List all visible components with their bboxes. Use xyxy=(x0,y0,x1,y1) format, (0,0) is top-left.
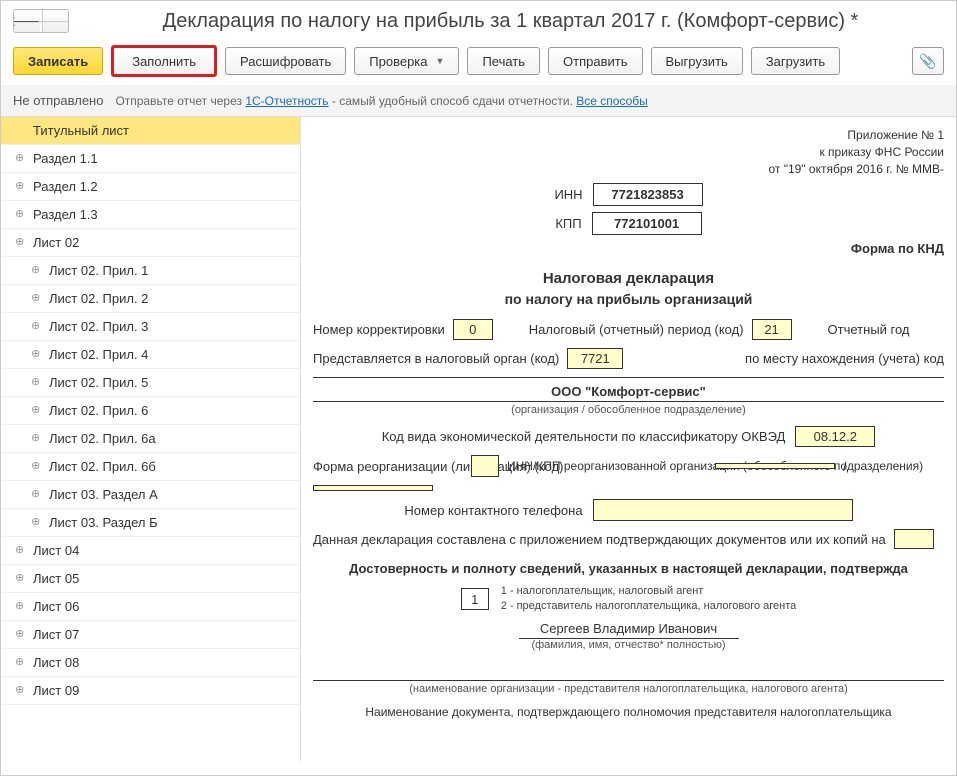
reorg-inn-label: ИНН/КПП реорганизованной организации (об… xyxy=(507,459,707,473)
submit-code[interactable]: 7721 xyxy=(567,348,623,369)
kpp-value[interactable]: 772101001 xyxy=(592,212,702,235)
sidebar: Титульный листРаздел 1.1Раздел 1.2Раздел… xyxy=(1,117,301,761)
sidebar-item[interactable]: Лист 02. Прил. 3 xyxy=(1,313,300,341)
doc-subtitle: по налогу на прибыль организаций xyxy=(313,291,944,307)
okved-label: Код вида экономической деятельности по к… xyxy=(382,429,786,444)
confirm-title: Достоверность и полноту сведений, указан… xyxy=(313,561,944,576)
rep-org-line xyxy=(313,665,944,681)
sidebar-item[interactable]: Раздел 1.1 xyxy=(1,145,300,173)
phone-label: Номер контактного телефона xyxy=(404,503,582,518)
signer-caption: (фамилия, имя, отчество* полностью) xyxy=(313,639,944,651)
signer-name[interactable]: Сергеев Владимир Иванович xyxy=(519,621,739,639)
paperclip-icon: 📎 xyxy=(919,53,936,70)
doc-title: Налоговая декларация xyxy=(313,270,944,287)
all-methods-link[interactable]: Все способы xyxy=(576,94,648,108)
slash: / xyxy=(843,459,847,474)
check-button[interactable]: Проверка ▼ xyxy=(354,47,459,75)
kpp-label: КПП xyxy=(555,216,581,231)
legend1: 1 - налогоплательщик, налоговый агент xyxy=(501,584,797,598)
forward-button[interactable]: 🡒 xyxy=(42,10,68,32)
sidebar-item[interactable]: Лист 04 xyxy=(1,537,300,565)
inn-label: ИНН xyxy=(554,187,582,202)
sidebar-item[interactable]: Лист 02. Прил. 6б xyxy=(1,453,300,481)
sidebar-item[interactable]: Лист 08 xyxy=(1,649,300,677)
sidebar-item[interactable]: Лист 02 xyxy=(1,229,300,257)
sidebar-item[interactable]: Лист 02. Прил. 2 xyxy=(1,285,300,313)
sidebar-item[interactable]: Лист 05 xyxy=(1,565,300,593)
doc-header: Приложение № 1 к приказу ФНС России от "… xyxy=(313,127,944,177)
org-name: ООО "Комфорт-сервис" xyxy=(313,384,944,399)
corr-label: Номер корректировки xyxy=(313,322,445,337)
okved-value[interactable]: 08.12.2 xyxy=(795,426,875,447)
sidebar-item[interactable]: Раздел 1.3 xyxy=(1,201,300,229)
sidebar-item[interactable]: Лист 02. Прил. 6а xyxy=(1,425,300,453)
sidebar-item[interactable]: Лист 02. Прил. 1 xyxy=(1,257,300,285)
phone-value[interactable] xyxy=(593,499,853,521)
status-text: Не отправлено xyxy=(13,93,103,108)
sidebar-item[interactable]: Лист 02. Прил. 6 xyxy=(1,397,300,425)
date-line: от "19" октября 2016 г. № ММВ- xyxy=(313,161,944,178)
sidebar-item[interactable]: Раздел 1.2 xyxy=(1,173,300,201)
attach-pages[interactable] xyxy=(894,529,934,549)
reporting-link[interactable]: 1С-Отчетность xyxy=(245,94,328,108)
sidebar-item[interactable]: Лист 03. Раздел Б xyxy=(1,509,300,537)
tree: Титульный листРаздел 1.1Раздел 1.2Раздел… xyxy=(1,117,300,705)
sidebar-item[interactable]: Лист 07 xyxy=(1,621,300,649)
chevron-down-icon: ▼ xyxy=(436,56,445,66)
hint-prefix: Отправьте отчет через xyxy=(115,94,245,108)
attach-label: Данная декларация составлена с приложени… xyxy=(313,532,886,547)
reorg-label: Форма реорганизации (ликвидация) (код) xyxy=(313,459,463,474)
legend2: 2 - представитель налогоплательщика, нал… xyxy=(501,599,797,613)
print-button[interactable]: Печать xyxy=(467,47,540,75)
sidebar-item[interactable]: Лист 03. Раздел А xyxy=(1,481,300,509)
signer-code[interactable]: 1 xyxy=(461,588,489,610)
form-knd-label: Форма по КНД xyxy=(851,241,944,256)
period-value[interactable]: 21 xyxy=(752,319,792,340)
sidebar-item[interactable]: Лист 02. Прил. 5 xyxy=(1,369,300,397)
export-button[interactable]: Выгрузить xyxy=(651,47,743,75)
status-hint: Отправьте отчет через 1С-Отчетность - са… xyxy=(115,94,647,108)
signer-legend: 1 - налогоплательщик, налоговый агент 2 … xyxy=(501,584,797,613)
toolbar: Записать Заполнить Расшифровать Проверка… xyxy=(1,41,956,85)
reorg-inn[interactable] xyxy=(715,463,835,469)
send-button[interactable]: Отправить xyxy=(548,47,642,75)
location-label: по месту нахождения (учета) код xyxy=(745,351,944,366)
page-title: Декларация по налогу на прибыль за 1 ква… xyxy=(77,10,944,33)
hint-suffix: - самый удобный способ сдачи отчетности. xyxy=(329,94,577,108)
decode-button[interactable]: Расшифровать xyxy=(225,47,346,75)
import-button[interactable]: Загрузить xyxy=(751,47,840,75)
inn-value[interactable]: 7721823853 xyxy=(593,183,703,206)
status-bar: Не отправлено Отправьте отчет через 1С-О… xyxy=(1,85,956,117)
submit-label: Представляется в налоговый орган (код) xyxy=(313,351,559,366)
save-button[interactable]: Записать xyxy=(13,47,103,75)
reorg-code[interactable] xyxy=(471,455,499,477)
nav-buttons: 🡐 🡒 xyxy=(13,9,69,33)
corr-value[interactable]: 0 xyxy=(453,319,493,340)
attach-button[interactable]: 📎 xyxy=(912,47,944,75)
check-label: Проверка xyxy=(369,54,427,69)
reorg-kpp[interactable] xyxy=(313,485,433,491)
sidebar-item[interactable]: Лист 09 xyxy=(1,677,300,705)
sidebar-item[interactable]: Титульный лист xyxy=(1,117,300,145)
org-caption: (организация / обособленное подразделени… xyxy=(313,404,944,416)
document-area: Приложение № 1 к приказу ФНС России от "… xyxy=(301,117,956,761)
sidebar-item[interactable]: Лист 06 xyxy=(1,593,300,621)
rep-org-caption: (наименование организации - представител… xyxy=(313,683,944,695)
order-line: к приказу ФНС России xyxy=(313,144,944,161)
year-label: Отчетный год xyxy=(828,322,910,337)
sidebar-item[interactable]: Лист 02. Прил. 4 xyxy=(1,341,300,369)
doc-confirm-label: Наименование документа, подтверждающего … xyxy=(313,705,944,719)
fill-button[interactable]: Заполнить xyxy=(111,45,217,77)
period-label: Налоговый (отчетный) период (код) xyxy=(529,322,744,337)
appendix-line: Приложение № 1 xyxy=(313,127,944,144)
